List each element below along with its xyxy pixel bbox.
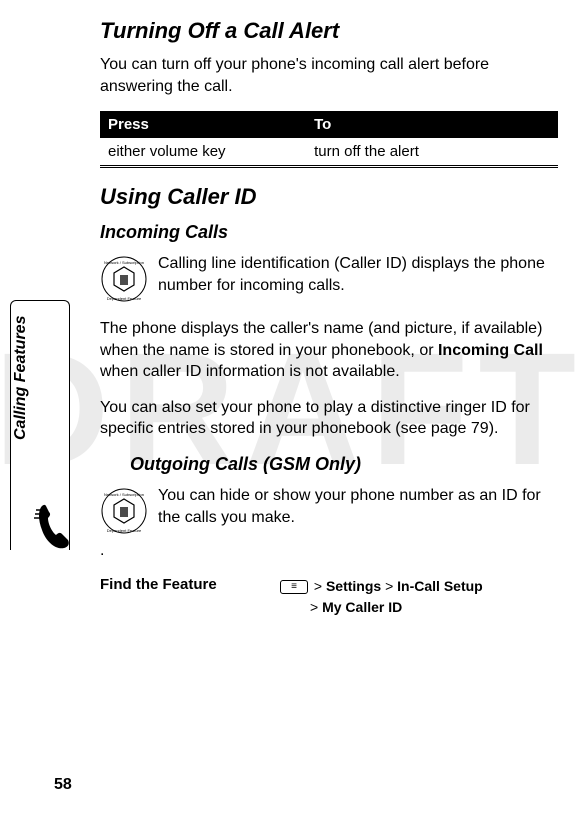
gt1: >: [310, 578, 326, 594]
find-the-feature-label: Find the Feature: [100, 576, 260, 593]
svg-text:Dependent Feature: Dependent Feature: [107, 296, 142, 301]
incoming-calls-block: Network / Subscription Dependent Feature…: [100, 253, 558, 383]
heading-outgoing-calls: Outgoing Calls (GSM Only): [130, 454, 558, 475]
incoming-call-bold: Incoming Call: [438, 342, 543, 359]
svg-text:Network / Subscription: Network / Subscription: [104, 492, 144, 497]
heading-turning-off: Turning Off a Call Alert: [100, 18, 558, 44]
svg-text:Network / Subscription: Network / Subscription: [104, 260, 144, 265]
gt2: >: [381, 578, 397, 594]
ringer-id-para: You can also set your phone to play a di…: [100, 397, 558, 440]
outgoing-calls-block: Network / Subscription Dependent Feature…: [100, 485, 558, 562]
intro-para-1: You can turn off your phone's incoming c…: [100, 54, 558, 97]
svg-text:Dependent Feature: Dependent Feature: [107, 528, 142, 533]
find-the-feature-row: Find the Feature > Settings > In-Call Se…: [100, 576, 558, 618]
dot: .: [100, 542, 104, 559]
page-content: Turning Off a Call Alert You can turn of…: [0, 0, 580, 618]
path-incall: In-Call Setup: [397, 578, 483, 594]
path-settings: Settings: [326, 578, 381, 594]
heading-incoming-calls: Incoming Calls: [100, 222, 558, 243]
page-number: 58: [54, 776, 72, 794]
feature-path: > Settings > In-Call Setup > My Caller I…: [280, 576, 483, 618]
press-to-table: Press To either volume key turn off the …: [100, 111, 558, 168]
td-press: either volume key: [100, 138, 306, 167]
gt3: >: [310, 599, 322, 615]
network-subscription-badge-icon: Network / Subscription Dependent Feature: [100, 487, 148, 535]
td-to: turn off the alert: [306, 138, 558, 167]
incoming-p2b: when caller ID information is not availa…: [100, 363, 400, 380]
network-subscription-badge-icon: Network / Subscription Dependent Feature: [100, 255, 148, 303]
outgoing-p1: You can hide or show your phone number a…: [158, 487, 541, 526]
heading-caller-id: Using Caller ID: [100, 184, 558, 210]
menu-key-icon: [280, 580, 308, 594]
table-row: either volume key turn off the alert: [100, 138, 558, 167]
th-press: Press: [100, 111, 306, 138]
th-to: To: [306, 111, 558, 138]
path-callerid: My Caller ID: [322, 599, 402, 615]
incoming-p1: Calling line identification (Caller ID) …: [158, 255, 545, 294]
table-header-row: Press To: [100, 111, 558, 138]
